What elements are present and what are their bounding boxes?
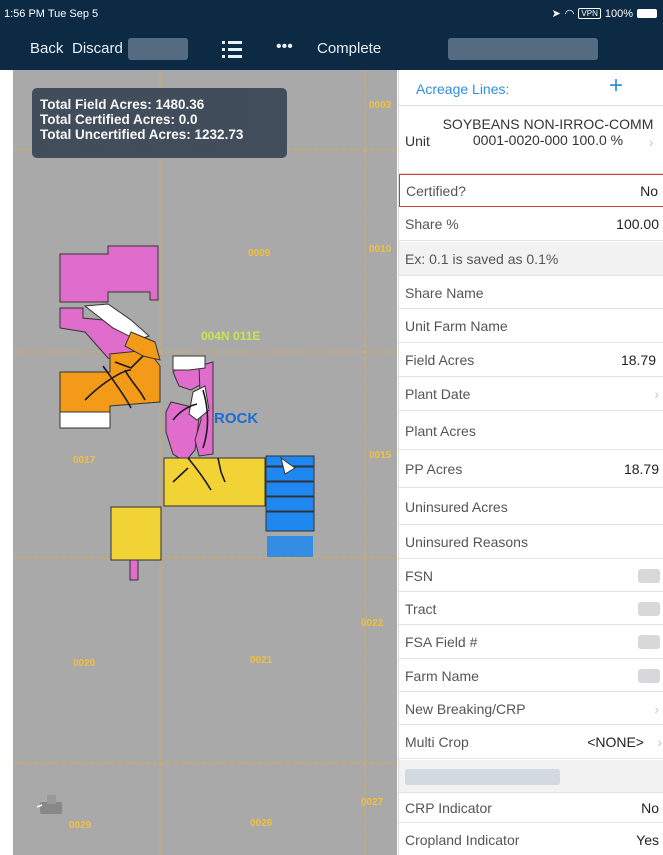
multi-crop-row[interactable]: Multi Crop <NONE> ›: [399, 726, 663, 759]
acreage-summary: Total Field Acres: 1480.36 Total Certifi…: [32, 88, 287, 158]
nav-bar: Back Discard ••• Complete: [0, 30, 663, 70]
unit-row[interactable]: Unit SOYBEANS NON-IRROC-COMM 0001-0020-0…: [399, 106, 663, 174]
locate-icon[interactable]: [36, 790, 65, 818]
add-line-icon[interactable]: +: [609, 74, 623, 98]
fsn-row[interactable]: FSN: [399, 560, 663, 592]
field-acres-value: 18.79: [620, 352, 656, 368]
field-acres-label: Field Acres: [405, 352, 475, 368]
chevron-right-icon: ›: [649, 134, 654, 150]
battery-percent: 100%: [604, 7, 633, 20]
field-acres-row[interactable]: Field Acres 18.79: [399, 344, 663, 377]
location-icon: ➤: [551, 8, 561, 20]
battery-icon: [637, 9, 657, 18]
redacted-value: [638, 568, 660, 583]
plant-date-row[interactable]: Plant Date ›: [399, 378, 663, 411]
plant-acres-label: Plant Acres: [405, 422, 476, 439]
crp-indicator-row[interactable]: CRP Indicator No: [399, 793, 663, 823]
redacted-value: [638, 635, 660, 649]
more-button[interactable]: •••: [276, 38, 293, 56]
fsn-label: FSN: [405, 567, 433, 584]
redacted-title: [128, 38, 188, 60]
field-map[interactable]: Total Field Acres: 1480.36 Total Certifi…: [13, 70, 397, 855]
redacted-field-name: [448, 38, 598, 60]
crp-indicator-value: No: [641, 799, 659, 816]
share-name-label: Share Name: [405, 284, 484, 301]
share-percent-value: 100.00: [616, 216, 659, 232]
certified-label: Certified?: [406, 182, 466, 199]
section-label: 0028: [250, 818, 273, 829]
acreage-lines-header: Acreage Lines: +: [399, 70, 663, 106]
redacted-section-row: [399, 760, 663, 793]
uninsured-reasons-row[interactable]: Uninsured Reasons: [399, 526, 663, 559]
tract-label: Tract: [405, 600, 437, 617]
fsa-field-row[interactable]: FSA Field #: [399, 626, 663, 659]
back-button[interactable]: Back: [30, 40, 63, 57]
fsa-field-label: FSA Field #: [405, 634, 478, 650]
acreage-lines-title: Acreage Lines:: [416, 81, 510, 97]
share-hint-row: Ex: 0.1 is saved as 0.1%: [399, 242, 663, 276]
pp-acres-label: PP Acres: [405, 461, 463, 477]
redacted-value: [638, 668, 660, 683]
tract-row[interactable]: Tract: [399, 593, 663, 625]
section-label: 0027: [361, 797, 384, 808]
multi-crop-label: Multi Crop: [405, 734, 469, 750]
total-uncertified-acres: Total Uncertified Acres: 1232.73: [40, 127, 244, 142]
pp-acres-row[interactable]: PP Acres 18.79: [399, 451, 663, 488]
status-bar: 1:56 PM Tue Sep 5 ➤ ◠ VPN 100%: [0, 0, 663, 30]
crp-indicator-label: CRP Indicator: [405, 799, 492, 816]
total-certified-acres: Total Certified Acres: 0.0: [40, 112, 198, 127]
section-label: 0020: [73, 658, 96, 669]
certified-value: No: [640, 182, 658, 199]
section-label: 0021: [250, 655, 273, 666]
unit-label: Unit: [405, 133, 430, 149]
chevron-right-icon: ›: [654, 386, 659, 402]
share-name-row[interactable]: Share Name: [399, 277, 663, 309]
chevron-right-icon: ›: [657, 734, 662, 750]
complete-button[interactable]: Complete: [317, 40, 381, 57]
status-time: 1:56 PM Tue Sep 5: [4, 8, 99, 20]
cropland-indicator-label: Cropland Indicator: [405, 831, 520, 848]
status-indicators: ➤ ◠ VPN 100%: [552, 7, 657, 20]
share-hint-text: Ex: 0.1 is saved as 0.1%: [405, 250, 559, 267]
new-breaking-crp-row[interactable]: New Breaking/CRP ›: [399, 693, 663, 725]
certified-row[interactable]: Certified? No: [399, 174, 663, 207]
section-label: 0029: [69, 820, 92, 831]
new-breaking-crp-label: New Breaking/CRP: [405, 700, 526, 717]
plant-acres-row[interactable]: Plant Acres: [399, 412, 663, 450]
acreage-panel: Acreage Lines: + Unit SOYBEANS NON-IRROC…: [398, 70, 663, 855]
cropland-indicator-row[interactable]: Cropland Indicator Yes: [399, 824, 663, 855]
pp-acres-value: 18.79: [623, 461, 659, 477]
redacted-text: [405, 769, 560, 785]
farm-name-row[interactable]: Farm Name: [399, 660, 663, 692]
place-label: ROCK: [214, 410, 259, 427]
total-field-acres: Total Field Acres: 1480.36: [40, 97, 205, 112]
vpn-badge: VPN: [578, 8, 601, 19]
township-label: 004N 011E: [201, 329, 261, 343]
unit-value: SOYBEANS NON-IRROC-COMM 0001-0020-000 10…: [442, 116, 654, 148]
section-label: 0017: [73, 455, 96, 466]
share-percent-row[interactable]: Share % 100.00: [399, 208, 663, 241]
map-canvas[interactable]: [13, 70, 397, 855]
farm-name-label: Farm Name: [405, 667, 479, 684]
redacted-value: [638, 601, 660, 616]
discard-button[interactable]: Discard: [72, 40, 123, 57]
section-label: 0009: [248, 248, 271, 259]
cropland-indicator-value: Yes: [636, 831, 659, 848]
wifi-icon: ◠: [564, 8, 575, 20]
unit-farm-name-row[interactable]: Unit Farm Name: [399, 310, 663, 343]
unit-farm-name-label: Unit Farm Name: [405, 318, 508, 334]
uninsured-acres-label: Uninsured Acres: [405, 498, 508, 515]
chevron-right-icon: ›: [654, 700, 659, 717]
uninsured-reasons-label: Uninsured Reasons: [405, 534, 528, 550]
multi-crop-value: <NONE>: [587, 734, 644, 750]
uninsured-acres-row[interactable]: Uninsured Acres: [399, 489, 663, 525]
section-label: 0022: [361, 618, 384, 629]
plant-date-label: Plant Date: [405, 386, 471, 402]
share-percent-label: Share %: [405, 216, 459, 232]
section-label: 0015: [369, 450, 392, 461]
section-label: 0010: [369, 244, 392, 255]
list-icon[interactable]: [221, 38, 243, 64]
section-label: 0003: [369, 100, 392, 111]
